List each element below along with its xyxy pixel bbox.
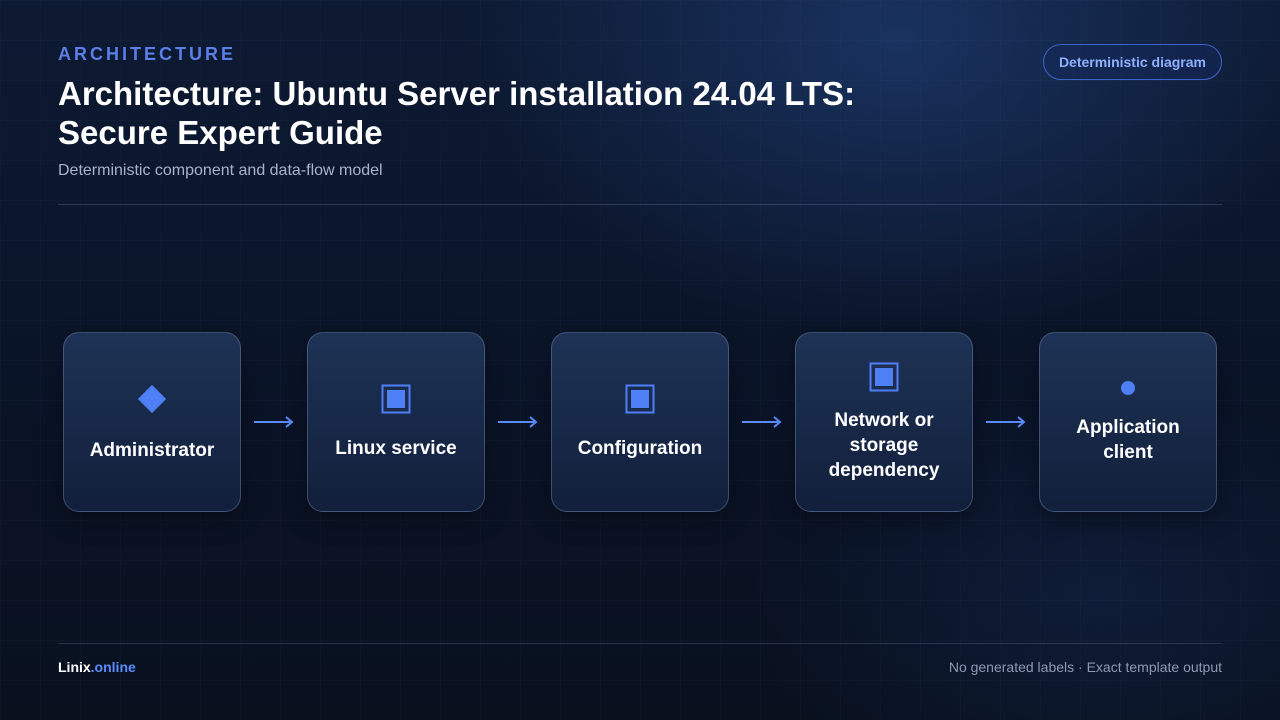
node-administrator: Administrator bbox=[63, 332, 241, 512]
square-icon bbox=[381, 384, 411, 413]
arrow-right-icon bbox=[986, 416, 1026, 428]
arrow-right-icon bbox=[742, 416, 782, 428]
arrow-right-icon bbox=[498, 416, 538, 428]
node-label: Administrator bbox=[89, 439, 215, 461]
flow-arrow bbox=[729, 332, 795, 512]
square-icon bbox=[625, 384, 655, 413]
node-label: Network or storage dependency bbox=[828, 409, 940, 481]
page-title: Architecture: Ubuntu Server installation… bbox=[58, 75, 856, 151]
diamond-icon bbox=[137, 384, 167, 413]
flow-diagram: Administrator Linux service Configuratio… bbox=[63, 332, 1217, 512]
flow-arrow bbox=[973, 332, 1039, 512]
node-label: Application client bbox=[1076, 417, 1180, 463]
slide: ARCHITECTURE Architecture: Ubuntu Server… bbox=[0, 0, 1280, 720]
square-icon bbox=[869, 362, 899, 391]
header-divider bbox=[58, 204, 1222, 205]
node-application-client: Application client bbox=[1039, 332, 1217, 512]
brand-domain: .online bbox=[90, 659, 136, 675]
footer-divider bbox=[58, 643, 1222, 644]
brand-logo[interactable]: Linix.online bbox=[58, 659, 136, 675]
node-linux-service: Linux service bbox=[307, 332, 485, 512]
footer-note: No generated labels · Exact template out… bbox=[948, 659, 1222, 675]
circle-icon bbox=[1121, 381, 1135, 395]
node-label: Configuration bbox=[577, 437, 703, 459]
flow-arrow bbox=[485, 332, 551, 512]
node-label: Linux service bbox=[335, 437, 457, 459]
flow-arrow bbox=[241, 332, 307, 512]
eyebrow-label: ARCHITECTURE bbox=[58, 44, 236, 64]
node-configuration: Configuration bbox=[551, 332, 729, 512]
page-subtitle: Deterministic component and data-flow mo… bbox=[58, 162, 383, 179]
brand-name: Linix bbox=[58, 659, 91, 675]
diagram-type-badge: Deterministic diagram bbox=[1042, 44, 1222, 80]
node-network-storage-dependency: Network or storage dependency bbox=[795, 332, 973, 512]
arrow-right-icon bbox=[254, 416, 294, 428]
